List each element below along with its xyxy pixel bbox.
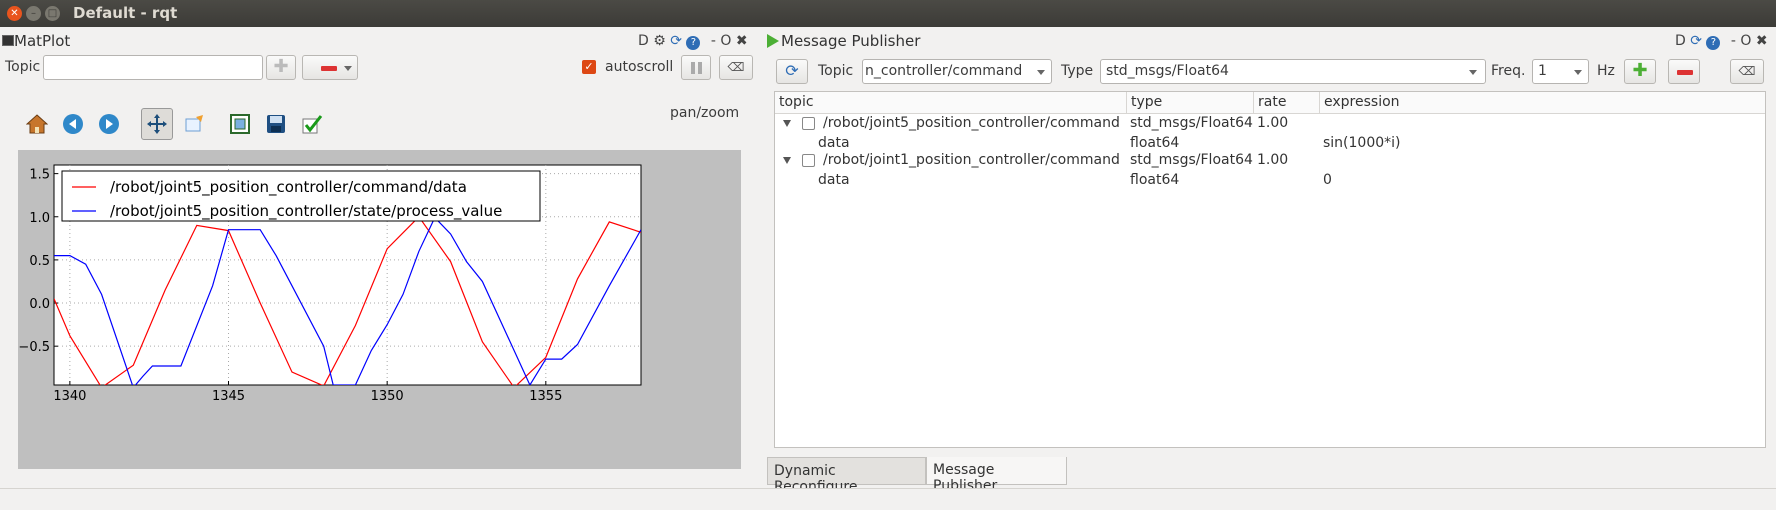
y-tick-label: −0.5: [18, 340, 50, 355]
maximize-window-button[interactable]: □: [45, 6, 60, 21]
publisher-type-combo[interactable]: std_msgs/Float64: [1100, 59, 1486, 84]
save-icon[interactable]: [262, 110, 290, 138]
chevron-down-icon: [1469, 70, 1477, 75]
add-publisher-button[interactable]: ✚: [1624, 59, 1656, 84]
publisher-dock-title: Message Publisher: [781, 32, 921, 50]
legend-label: /robot/joint5_position_controller/comman…: [110, 178, 467, 197]
x-tick-label: 1350: [371, 389, 404, 404]
publisher-topic-label: Topic: [818, 63, 854, 79]
remove-topic-button[interactable]: [302, 55, 358, 80]
publisher-freq-combo[interactable]: 1: [1532, 59, 1589, 84]
window-title: Default - rqt: [73, 4, 178, 22]
subplots-icon[interactable]: [226, 110, 254, 138]
plot-mode-label: pan/zoom: [670, 105, 740, 121]
matplot-float-o[interactable]: O: [720, 33, 731, 49]
add-topic-button[interactable]: ✚: [266, 55, 296, 80]
x-tick-label: 1340: [53, 389, 86, 404]
tree-row-topic: /robot/joint1_position_controller/comman…: [823, 152, 1120, 168]
matplot-dock-title: MatPlot: [14, 32, 71, 50]
matplot-dock-icon: [2, 35, 14, 46]
tree-row-type: std_msgs/Float64: [1130, 115, 1253, 131]
window-titlebar: ✕ – □ Default - rqt: [0, 0, 1776, 27]
column-header-expression[interactable]: expression: [1320, 92, 1765, 114]
refresh-topics-button[interactable]: ⟳: [776, 59, 808, 84]
tree-row-topic: /robot/joint5_position_controller/comman…: [823, 115, 1120, 131]
status-bar: [0, 488, 1776, 510]
publisher-freq-label: Freq.: [1491, 63, 1526, 79]
tree-child-type: float64: [1130, 135, 1180, 151]
y-tick-label: 1.5: [29, 168, 50, 183]
column-header-type[interactable]: type: [1127, 92, 1254, 114]
close-icon[interactable]: ✖: [736, 33, 748, 49]
matplot-topic-label: Topic: [5, 59, 41, 75]
autoscroll-label: autoscroll: [605, 59, 674, 75]
close-window-button[interactable]: ✕: [7, 6, 22, 21]
publisher-topic-value: n_controller/command: [865, 63, 1023, 79]
minimize-window-button[interactable]: –: [26, 6, 41, 21]
tree-child-name: data: [818, 135, 850, 151]
line-plot[interactable]: 1340 1345 1350 1355 1.5 1.0 0.5 0.0 −0.5/robot/j…: [18, 150, 741, 469]
tree-row-rate[interactable]: 1.00: [1257, 115, 1288, 131]
tree-child-expression[interactable]: sin(1000*i): [1323, 135, 1401, 151]
tree-row-type: std_msgs/Float64: [1130, 152, 1253, 168]
remove-publisher-button[interactable]: [1668, 59, 1700, 84]
home-icon[interactable]: [23, 110, 51, 138]
tab-message-publisher[interactable]: Message Publisher: [926, 457, 1067, 494]
zoom-icon[interactable]: [180, 110, 208, 138]
publisher-hz-label: Hz: [1597, 63, 1615, 79]
y-tick-label: 0.0: [29, 297, 50, 312]
publisher-type-label: Type: [1061, 63, 1094, 79]
pause-icon: [691, 62, 695, 74]
column-header-topic[interactable]: topic: [775, 92, 1127, 114]
reload-icon[interactable]: ⟳: [670, 33, 682, 49]
help-icon[interactable]: ?: [686, 36, 701, 50]
edit-check-icon[interactable]: [298, 110, 326, 138]
tree-child-type: float64: [1130, 172, 1180, 188]
enable-checkbox[interactable]: [802, 154, 815, 167]
play-icon: [767, 34, 779, 48]
gear-icon[interactable]: ⚙: [653, 33, 666, 49]
matplot-topic-input[interactable]: [43, 55, 263, 80]
back-icon[interactable]: [59, 110, 87, 138]
y-tick-label: 1.0: [29, 211, 50, 226]
enable-checkbox[interactable]: [802, 117, 815, 130]
publisher-type-value: std_msgs/Float64: [1106, 63, 1229, 79]
clear-button[interactable]: ⌫: [719, 55, 753, 80]
tree-child-name: data: [818, 172, 850, 188]
publisher-topic-combo[interactable]: n_controller/command: [862, 59, 1052, 84]
publisher-float-o[interactable]: O: [1740, 33, 1751, 49]
matplot-dock-controls: D ⚙ ⟳ ? - O ✖: [638, 33, 748, 50]
autoscroll-checkbox[interactable]: ✓: [582, 60, 596, 74]
help-icon[interactable]: ?: [1706, 36, 1721, 50]
matplot-help-d[interactable]: D: [638, 33, 649, 49]
minus-icon: [1677, 70, 1693, 75]
clear-publishers-button[interactable]: ⌫: [1730, 59, 1764, 84]
pause-button[interactable]: [681, 55, 711, 80]
chevron-down-icon: [1574, 70, 1582, 75]
x-tick-label: 1345: [212, 389, 245, 404]
y-tick-label: 0.5: [29, 254, 50, 269]
tree-row-rate[interactable]: 1.00: [1257, 152, 1288, 168]
x-tick-label: 1355: [529, 389, 562, 404]
publisher-tree[interactable]: topic type rate expression /robot/joint5…: [774, 91, 1766, 448]
chevron-down-icon: [344, 66, 352, 71]
publisher-freq-value: 1: [1538, 63, 1547, 79]
tree-child-expression[interactable]: 0: [1323, 172, 1332, 188]
column-header-rate[interactable]: rate: [1254, 92, 1320, 114]
legend-label: /robot/joint5_position_controller/state/…: [110, 202, 502, 221]
publisher-help-d[interactable]: D: [1675, 33, 1686, 49]
forward-icon[interactable]: [95, 110, 123, 138]
chevron-down-icon: [1037, 70, 1045, 75]
tab-dynamic-reconfigure[interactable]: Dynamic Reconfigure: [767, 457, 926, 495]
expand-arrow-icon[interactable]: [783, 120, 791, 127]
expand-arrow-icon[interactable]: [783, 157, 791, 164]
publisher-dock-controls: D ⟳ ? - O ✖: [1675, 33, 1768, 50]
close-icon[interactable]: ✖: [1756, 33, 1768, 49]
minus-icon: [321, 66, 337, 71]
pan-icon[interactable]: [141, 108, 173, 140]
reload-icon[interactable]: ⟳: [1690, 33, 1702, 49]
